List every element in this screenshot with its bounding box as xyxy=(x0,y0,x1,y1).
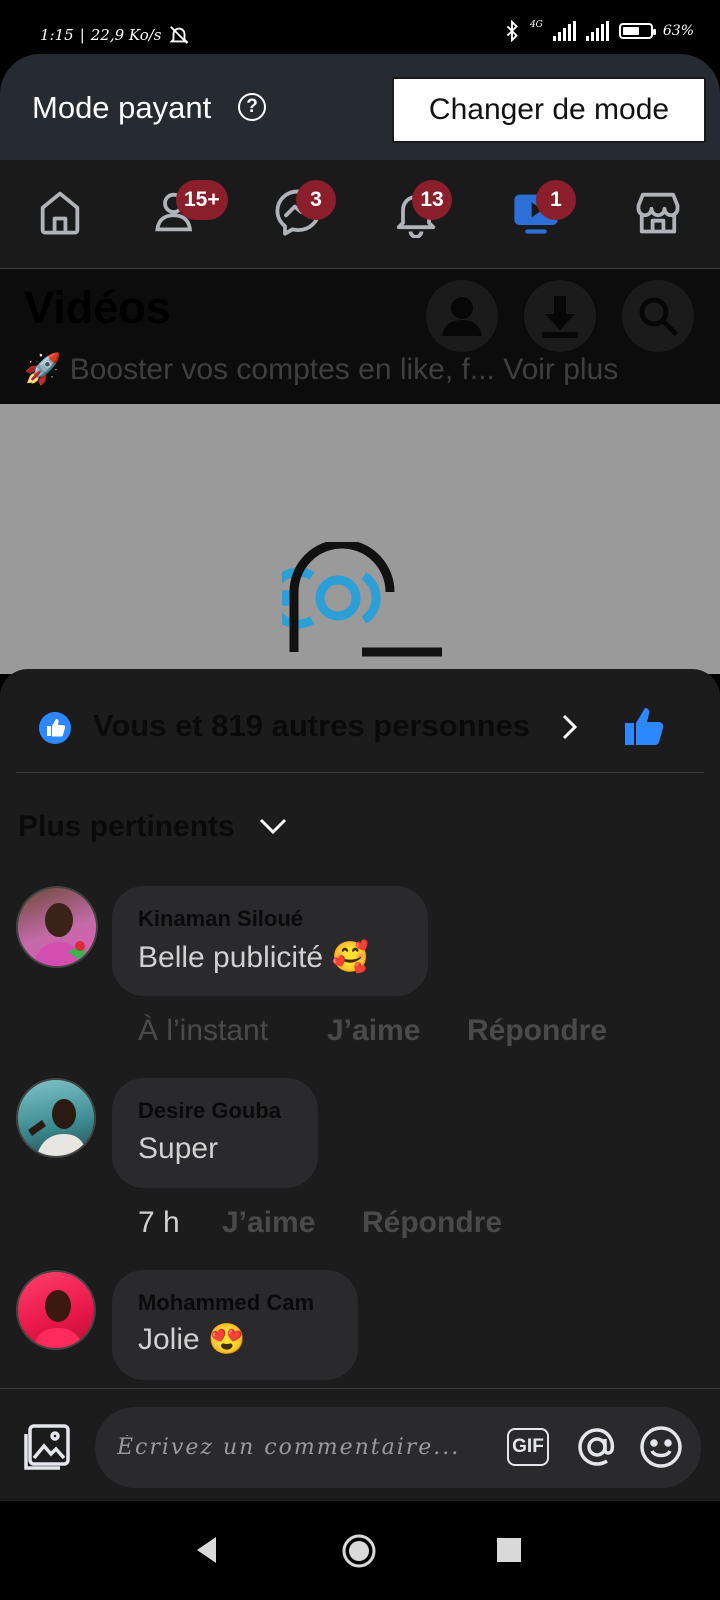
videos-badge: 1 xyxy=(536,180,576,220)
network-type: 4G xyxy=(529,20,543,30)
like-reaction-icon xyxy=(39,712,71,744)
video-player[interactable] xyxy=(0,404,720,674)
nav-videos[interactable]: 1 xyxy=(510,180,576,242)
page-title: Vidéos xyxy=(24,282,171,333)
person-icon xyxy=(442,297,482,336)
chevron-right-icon xyxy=(562,714,578,740)
divider xyxy=(16,772,704,773)
comment-reply-button[interactable]: Répondre xyxy=(467,1014,607,1048)
home-button-icon[interactable] xyxy=(341,1533,377,1569)
home-icon xyxy=(40,191,80,235)
likes-count-text[interactable]: Vous et 819 autres personnes xyxy=(93,708,530,744)
download-icon xyxy=(542,296,578,338)
photo-gallery-icon[interactable] xyxy=(20,1420,74,1474)
gif-button[interactable]: GIF xyxy=(507,1428,549,1466)
status-time: 1:15 xyxy=(40,26,74,44)
nav-home[interactable] xyxy=(34,186,90,242)
comment-like-button[interactable]: J’aime xyxy=(222,1206,315,1240)
comment-author[interactable]: Kinaman Siloué xyxy=(138,906,303,932)
comment-author[interactable]: Desire Gouba xyxy=(138,1098,281,1124)
sort-dropdown-label[interactable]: Plus pertinents xyxy=(18,810,235,844)
change-mode-button[interactable]: Changer de mode xyxy=(392,77,706,143)
signal-icon xyxy=(552,21,576,41)
help-icon[interactable]: ? xyxy=(238,93,266,121)
post-text[interactable]: 🚀 Booster vos comptes en like, f... Voir… xyxy=(24,352,618,387)
avatar[interactable] xyxy=(16,1270,96,1350)
search-button[interactable] xyxy=(622,280,694,352)
status-net-speed: 22,9 Ko/s xyxy=(90,26,162,44)
battery-percent: 63% xyxy=(662,23,694,39)
status-divider: | xyxy=(79,26,85,44)
bluetooth-icon xyxy=(506,20,518,42)
comment-time: À l’instant xyxy=(138,1014,269,1047)
nav-marketplace[interactable] xyxy=(632,186,688,242)
emoji-icon[interactable] xyxy=(638,1424,684,1470)
search-icon xyxy=(639,297,678,336)
battery-icon xyxy=(618,23,656,39)
battery-level xyxy=(622,27,639,35)
comment-author[interactable]: Mohammed Cam xyxy=(138,1290,314,1316)
notifications-badge: 13 xyxy=(412,180,452,220)
mention-icon[interactable] xyxy=(574,1424,620,1470)
avatar[interactable] xyxy=(16,886,98,968)
nav-notifications[interactable]: 13 xyxy=(390,180,452,242)
recents-icon[interactable] xyxy=(496,1537,522,1563)
signal-icon-2 xyxy=(585,21,609,41)
status-bar: 1:15 | 22,9 Ko/s 4G 63% xyxy=(0,0,720,60)
comment-text: Belle publicité 🥰 xyxy=(138,941,369,974)
comment-reply-button[interactable]: Répondre xyxy=(362,1206,502,1240)
friends-badge: 15+ xyxy=(176,180,228,220)
chevron-down-icon[interactable] xyxy=(257,815,289,837)
messenger-badge: 3 xyxy=(296,180,336,220)
status-left: 1:15 | 22,9 Ko/s xyxy=(40,24,190,46)
nav-messenger[interactable]: 3 xyxy=(272,180,336,242)
comment-like-button[interactable]: J’aime xyxy=(327,1014,420,1048)
system-navigation-bar xyxy=(0,1501,720,1600)
download-button[interactable] xyxy=(524,280,596,352)
brand-logo xyxy=(282,542,442,657)
comment-text: Jolie 😍 xyxy=(138,1323,246,1356)
mode-label: Mode payant xyxy=(32,90,212,125)
marketplace-icon xyxy=(636,192,680,234)
status-right: 4G 63% xyxy=(504,20,694,42)
comment-time: 7 h xyxy=(138,1206,180,1239)
back-icon[interactable] xyxy=(194,1535,220,1565)
like-button-icon[interactable] xyxy=(622,704,666,748)
profile-button[interactable] xyxy=(426,280,498,352)
top-nav-bar: 15+ 3 13 1 xyxy=(0,160,720,269)
comment-text: Super xyxy=(138,1132,219,1165)
bell-muted-icon xyxy=(168,26,189,44)
avatar[interactable] xyxy=(16,1078,96,1158)
nav-friends[interactable]: 15+ xyxy=(152,180,228,242)
